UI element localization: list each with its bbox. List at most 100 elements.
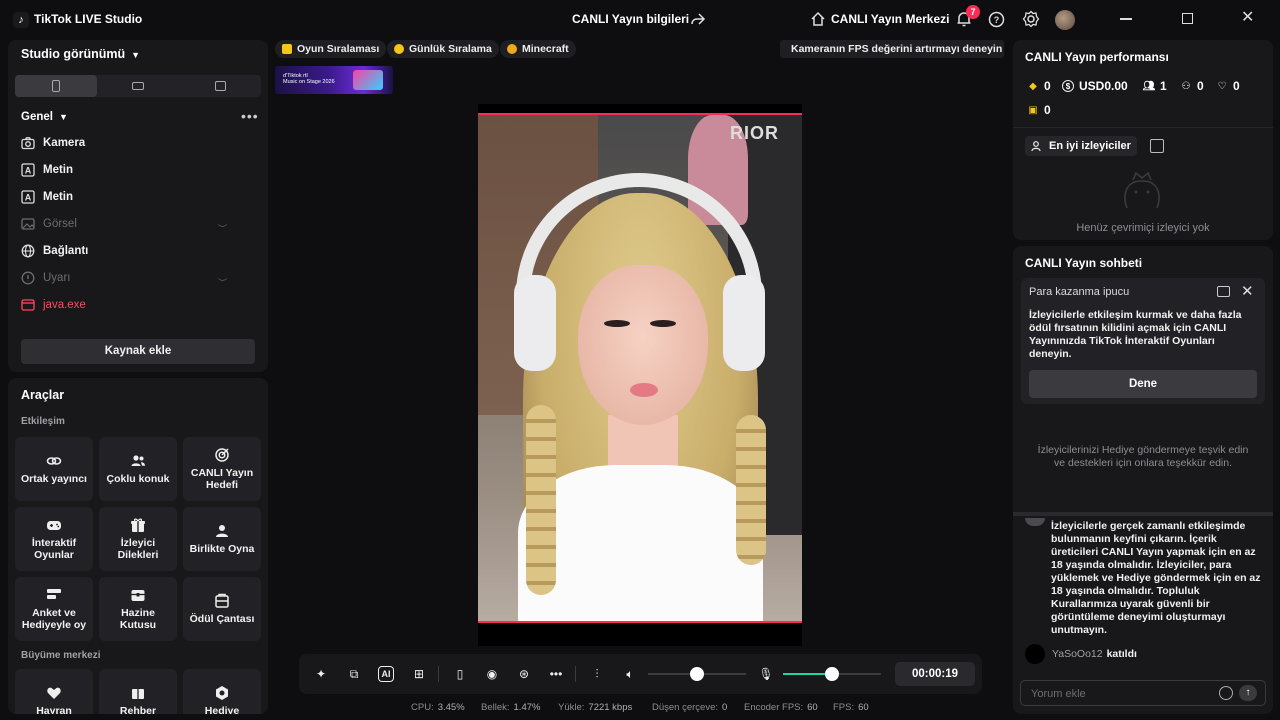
player-icon — [216, 525, 228, 537]
source-item-link[interactable]: Bağlantı — [21, 242, 88, 260]
tool-poll[interactable]: Anket ve Hediyeyle oy — [15, 577, 93, 641]
memory-value: 1.47% — [513, 702, 541, 713]
live-center-button[interactable]: CANLI Yayın Merkezi — [831, 12, 950, 26]
join-username[interactable]: YaSoOo12 — [1052, 648, 1103, 660]
emoji-icon[interactable] — [1219, 686, 1233, 700]
magic-wand-icon[interactable]: ✦ — [313, 666, 329, 682]
dollar-icon: $ — [1062, 80, 1074, 92]
tool-label: Ödül Çantası — [189, 613, 255, 625]
camera-icon — [21, 137, 35, 150]
tool-treasure-box[interactable]: Hazine Kutusu — [99, 577, 177, 641]
tool-label: Ortak yayıncı — [21, 473, 87, 485]
stream-info-button[interactable]: CANLI Yayın bilgileri — [572, 12, 689, 26]
hidden-eye-icon[interactable]: ︶ — [218, 276, 230, 288]
source-label: Bağlantı — [43, 245, 89, 257]
minimize-icon[interactable] — [1120, 18, 1132, 20]
ai-icon[interactable]: AI — [378, 666, 394, 682]
interaction-section-label: Etkileşim — [21, 416, 65, 427]
camera-preview[interactable]: RIOR — [478, 113, 802, 623]
source-label: Görsel — [43, 218, 77, 230]
help-icon[interactable]: ? — [988, 11, 1005, 28]
picture-icon[interactable] — [1217, 286, 1230, 297]
dropped-frames-value: 0 — [722, 702, 728, 713]
daily-ranking-pill[interactable]: Günlük Sıralama — [387, 40, 499, 58]
source-item-text-1[interactable]: A Metin — [21, 161, 73, 179]
source-item-alert[interactable]: Uyarı — [21, 269, 70, 287]
phone-icon[interactable]: ▯ — [452, 666, 468, 682]
tool-guide[interactable]: Rehber — [99, 669, 177, 714]
minecraft-pill[interactable]: Minecraft — [500, 40, 576, 58]
hexagon-gift-icon — [216, 686, 228, 700]
tool-multi-guest[interactable]: Çoklu konuk — [99, 437, 177, 501]
event-banner[interactable]: d'Tiktok rtl Music on Stage 2026 — [275, 66, 393, 94]
live-chat-panel: CANLI Yayın sohbeti Para kazanma ipucu ✕… — [1013, 246, 1273, 714]
source-item-java[interactable]: java.exe — [21, 296, 86, 314]
tool-live-goal[interactable]: CANLI Yayın Hedefi — [183, 437, 261, 501]
tools-title: Araçlar — [21, 388, 65, 402]
game-leaderboard-pill[interactable]: Oyun Sıralaması — [275, 40, 387, 58]
followers-value: 0 — [1197, 79, 1204, 93]
preview-eye — [604, 320, 630, 327]
user-avatar[interactable] — [1025, 644, 1045, 664]
landscape-layout-button[interactable] — [97, 75, 179, 97]
top-viewers-tab[interactable]: En iyi izleyiciler — [1025, 136, 1137, 156]
replay-icon[interactable]: ⊛ — [516, 666, 532, 682]
fps-tip[interactable]: Kameranın FPS değerini artırmayı deneyin — [780, 40, 1004, 58]
screen-switch-icon[interactable]: ⧉ — [346, 666, 362, 682]
close-icon[interactable]: ✕ — [1241, 282, 1254, 300]
source-item-text-2[interactable]: A Metin — [21, 188, 73, 206]
mic-slider-knob[interactable] — [825, 667, 839, 681]
system-avatar — [1025, 518, 1045, 526]
tool-co-host[interactable]: Ortak yayıncı — [15, 437, 93, 501]
preview-braid — [526, 405, 556, 595]
tool-viewer-wishes[interactable]: İzleyici Dilekleri — [99, 507, 177, 571]
sliders-icon[interactable]: ⫶ — [589, 666, 605, 682]
try-button[interactable]: Dene — [1029, 370, 1257, 398]
viewer-list-icon[interactable] — [1150, 139, 1164, 153]
source-item-camera[interactable]: Kamera — [21, 134, 85, 152]
record-icon[interactable]: ◉ — [484, 666, 500, 682]
tool-play-together[interactable]: Birlikte Oyna — [183, 507, 261, 571]
guide-book-icon — [132, 689, 144, 699]
add-screen-icon[interactable]: ⊞ — [411, 666, 427, 682]
tool-label: Çoklu konuk — [106, 473, 170, 485]
dual-screen-icon — [214, 81, 226, 91]
home-icon[interactable] — [810, 11, 826, 27]
comment-input[interactable]: Yorum ekle ↑ — [1020, 680, 1266, 706]
heart-outline-icon: ♡ — [1217, 80, 1227, 92]
share-icon[interactable] — [690, 11, 706, 27]
followers-metric: ⚇ 0 — [1180, 79, 1204, 93]
source-label: Uyarı — [43, 272, 71, 284]
source-item-image[interactable]: Görsel — [21, 215, 77, 233]
dual-layout-button[interactable] — [179, 75, 261, 97]
maximize-icon[interactable] — [1182, 13, 1193, 24]
more-icon[interactable]: ••• — [548, 666, 564, 682]
speaker-icon[interactable]: 🔈︎ — [622, 666, 638, 682]
cpu-stat: CPU: 3.45% — [411, 702, 465, 713]
source-label: Kamera — [43, 137, 86, 149]
tool-interactive-games[interactable]: İnteraktif Oyunlar — [15, 507, 93, 571]
volume-slider-knob[interactable] — [690, 667, 704, 681]
microphone-icon[interactable]: 🎙︎ — [758, 666, 774, 682]
user-avatar[interactable] — [1055, 10, 1075, 30]
source-group-header[interactable]: Genel ▼ — [21, 111, 68, 123]
gamepad-icon — [47, 521, 61, 530]
tool-gift[interactable]: Hediye — [183, 669, 261, 714]
hidden-eye-icon[interactable]: ︶ — [218, 222, 230, 234]
alert-icon — [21, 271, 35, 285]
preview-poster-text: RIOR — [730, 123, 779, 143]
text-icon: A — [21, 190, 35, 204]
studio-view-dropdown[interactable]: Studio görünümü ▼ — [21, 47, 140, 61]
tool-fan[interactable]: Hayran — [15, 669, 93, 714]
user-star-icon — [1031, 141, 1041, 152]
portrait-layout-button[interactable] — [15, 75, 97, 97]
tool-label: İzleyici Dilekleri — [117, 537, 159, 561]
tool-reward-bag[interactable]: Ödül Çantası — [183, 577, 261, 641]
close-icon[interactable]: ✕ — [1241, 10, 1255, 26]
chevron-down-icon: ▼ — [131, 50, 141, 60]
add-source-button[interactable]: Kaynak ekle — [21, 339, 255, 364]
gear-icon[interactable] — [1022, 10, 1040, 28]
more-options-icon[interactable]: ••• — [241, 108, 259, 124]
send-button[interactable]: ↑ — [1239, 685, 1257, 701]
comment-placeholder: Yorum ekle — [1031, 688, 1086, 700]
